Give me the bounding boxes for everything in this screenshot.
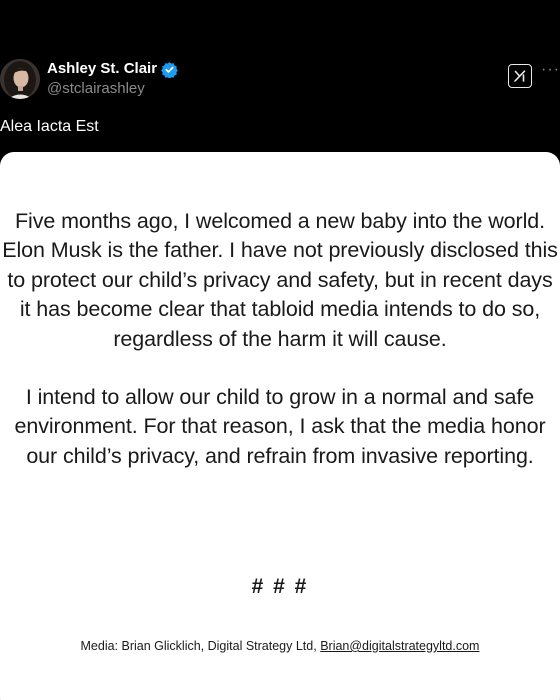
post-header: Ashley St. Clair @stclairashley ···: [0, 56, 560, 104]
media-contact-email-link[interactable]: Brian@digitalstrategyltd.com: [320, 639, 479, 653]
post-text: Alea Iacta Est: [0, 118, 99, 135]
more-options-icon[interactable]: ···: [541, 60, 560, 80]
media-contact-text: Media: Brian Glicklich, Digital Strategy…: [80, 639, 321, 653]
media-contact: Media: Brian Glicklich, Digital Strategy…: [0, 638, 560, 654]
statement-paragraph-1: Five months ago, I welcomed a new baby i…: [2, 209, 558, 351]
author-name[interactable]: Ashley St. Clair: [47, 60, 157, 78]
section-separator: # # #: [251, 575, 309, 598]
attached-image[interactable]: Five months ago, I welcomed a new baby i…: [0, 152, 560, 700]
statement-paragraph-2: I intend to allow our child to grow in a…: [14, 385, 546, 468]
grok-icon[interactable]: [508, 64, 532, 88]
verified-badge-icon: [161, 61, 178, 79]
author-name-row[interactable]: Ashley St. Clair: [47, 60, 178, 79]
avatar[interactable]: [0, 59, 40, 99]
post-screenshot: Ashley St. Clair @stclairashley ··· Alea…: [0, 0, 560, 700]
avatar-image: [0, 59, 40, 99]
statement-body: Five months ago, I welcomed a new baby i…: [0, 207, 560, 471]
author-handle[interactable]: @stclairashley: [47, 80, 145, 98]
